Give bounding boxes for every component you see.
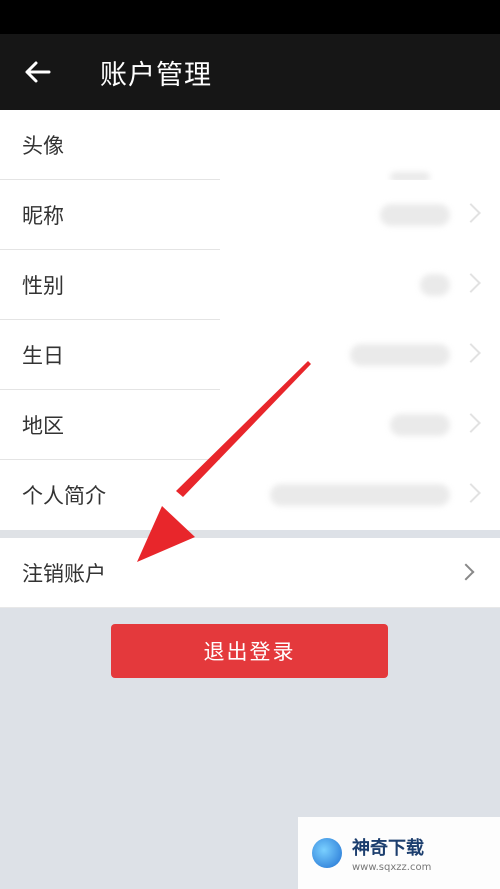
row-label: 头像: [22, 134, 64, 158]
watermark-title: 神奇下载: [352, 837, 424, 859]
row-label: 昵称: [22, 204, 64, 228]
app-bar: 账户管理: [0, 34, 500, 110]
region-row[interactable]: 地区: [0, 390, 500, 460]
chevron-right-icon: [457, 563, 475, 581]
page-title: 账户管理: [100, 59, 212, 91]
blurred-value: [270, 484, 450, 506]
site-logo-icon: [312, 838, 342, 868]
row-label: 个人简介: [22, 484, 106, 508]
watermark: 神奇下载 www.sqxzz.com: [298, 817, 500, 889]
chevron-right-icon: [461, 413, 481, 433]
chevron-right-icon: [461, 203, 481, 223]
row-label: 生日: [22, 344, 64, 368]
watermark-url: www.sqxzz.com: [352, 861, 432, 873]
cancel-account-row[interactable]: 注销账户: [0, 538, 500, 608]
blurred-value: [390, 414, 450, 436]
blurred-value: [420, 274, 450, 296]
status-bar: [0, 0, 500, 34]
back-button[interactable]: [0, 34, 80, 110]
avatar-row[interactable]: 头像: [0, 110, 500, 182]
blurred-value: [350, 344, 450, 366]
chevron-right-icon: [461, 343, 481, 363]
arrow-left-icon: [25, 61, 51, 83]
chevron-right-icon: [461, 273, 481, 293]
bio-row[interactable]: 个人简介: [0, 460, 500, 530]
row-label: 注销账户: [22, 561, 106, 586]
birthday-row[interactable]: 生日: [0, 320, 500, 390]
blurred-value: [380, 204, 450, 226]
account-settings-list: 头像 昵称 性别 生日 地区 个人简介 注销账户: [0, 110, 500, 608]
chevron-right-icon: [461, 483, 481, 503]
nickname-row[interactable]: 昵称: [0, 180, 500, 250]
row-label: 性别: [22, 274, 64, 298]
gender-row[interactable]: 性别: [0, 250, 500, 320]
logout-button[interactable]: 退出登录: [111, 624, 388, 678]
section-gap: [0, 530, 220, 538]
row-label: 地区: [22, 414, 64, 438]
